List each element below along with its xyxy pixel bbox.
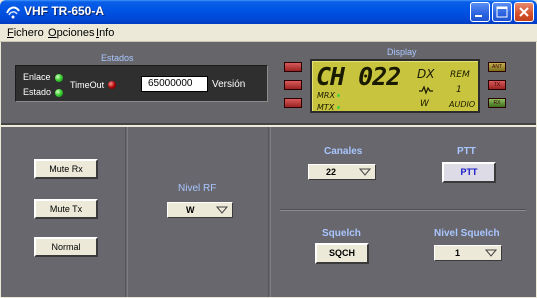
- nivel-squelch-select[interactable]: 1: [434, 245, 502, 261]
- lcd-mtx-dot: [337, 106, 340, 109]
- minimize-icon: [475, 15, 482, 17]
- lcd-mrx: MRX: [317, 91, 335, 100]
- maximize-icon: [496, 6, 508, 18]
- nivel-rf-label: Nivel RF: [178, 183, 217, 194]
- menu-info[interactable]: Info: [96, 27, 114, 39]
- version-label: Versión: [212, 79, 246, 90]
- enlace-label: Enlace: [23, 72, 51, 82]
- mute-rx-button[interactable]: Mute Rx: [34, 159, 98, 179]
- window-title: VHF TR-650-A: [24, 4, 105, 18]
- maximize-button[interactable]: [492, 2, 512, 22]
- menu-fichero-label: ichero: [13, 27, 44, 39]
- ptt-button[interactable]: PTT: [442, 162, 496, 183]
- chevron-down-icon: [359, 168, 371, 176]
- display-led-tx: TX: [488, 80, 506, 90]
- chevron-down-icon: [485, 249, 497, 257]
- canales-value: 22: [326, 167, 337, 177]
- estado-led: [55, 89, 63, 97]
- nivel-squelch-label: Nivel Squelch: [434, 228, 500, 239]
- canales-select[interactable]: 22: [308, 164, 376, 180]
- lcd-one: 1: [456, 85, 462, 95]
- top-panel: Estados Enlace Estado TimeOut 65000000 V…: [1, 42, 536, 125]
- lcd-dx: DX: [417, 67, 435, 81]
- canales-label: Canales: [324, 146, 363, 157]
- display-led-left-1: [284, 62, 302, 72]
- display-led-left-3: [284, 98, 302, 108]
- minimize-button[interactable]: [470, 2, 490, 22]
- lcd-rem: REM: [450, 70, 470, 80]
- signal-wave-icon: [419, 85, 433, 95]
- lcd-mtx: MTX: [317, 103, 335, 112]
- lcd-display: CH 022 MRX MTX DX REM 1 W AUDIO: [310, 59, 480, 113]
- enlace-led: [55, 74, 63, 82]
- mid-panel: Nivel RF W: [127, 127, 269, 297]
- left-panel: Mute Rx Mute Tx Normal: [1, 127, 126, 297]
- timeout-label: TimeOut: [70, 80, 105, 90]
- version-field: 65000000: [141, 76, 208, 92]
- estado-label: Estado: [23, 87, 52, 97]
- menu-opciones-label: pciones: [56, 27, 95, 39]
- estados-box: Enlace Estado TimeOut 65000000 Versión: [15, 65, 268, 102]
- sqch-button[interactable]: SQCH: [315, 243, 369, 264]
- menu-fichero[interactable]: Fichero: [7, 27, 44, 39]
- lcd-audio: AUDIO: [449, 100, 476, 109]
- lcd-w: W: [420, 99, 429, 109]
- close-button[interactable]: [514, 2, 534, 22]
- menu-opciones-accel: O: [48, 27, 57, 39]
- right-panel: Canales 22 PTT PTT Squelch SQCH Nivel Sq…: [270, 127, 536, 297]
- menu-fichero-accel: F: [7, 27, 14, 39]
- chevron-down-icon: [216, 206, 228, 214]
- nivel-rf-value: W: [186, 205, 195, 215]
- app-icon: [6, 6, 20, 19]
- display-led-rx: RX: [488, 98, 506, 108]
- nivel-rf-select[interactable]: W: [167, 202, 233, 218]
- ptt-label: PTT: [457, 146, 476, 157]
- close-icon: [519, 7, 529, 17]
- display-led-ant: ANT: [488, 62, 506, 72]
- estados-title: Estados: [101, 53, 134, 63]
- lcd-channel: CH 022: [316, 62, 401, 91]
- squelch-label: Squelch: [322, 228, 361, 239]
- display-title: Display: [387, 47, 417, 57]
- menu-info-label: nfo: [99, 27, 115, 39]
- title-bar[interactable]: VHF TR-650-A: [0, 0, 537, 24]
- mute-tx-button[interactable]: Mute Tx: [34, 199, 98, 219]
- divider: [280, 209, 526, 211]
- menu-opciones[interactable]: Opciones: [48, 27, 94, 39]
- normal-button[interactable]: Normal: [34, 237, 98, 257]
- main-panel: Mute Rx Mute Tx Normal Nivel RF W Canale…: [1, 127, 536, 297]
- display-led-left-2: [284, 80, 302, 90]
- timeout-led: [108, 81, 116, 89]
- nivel-squelch-value: 1: [455, 248, 461, 258]
- menu-bar: Fichero Opciones Info: [0, 24, 537, 42]
- lcd-mrx-dot: [337, 94, 340, 97]
